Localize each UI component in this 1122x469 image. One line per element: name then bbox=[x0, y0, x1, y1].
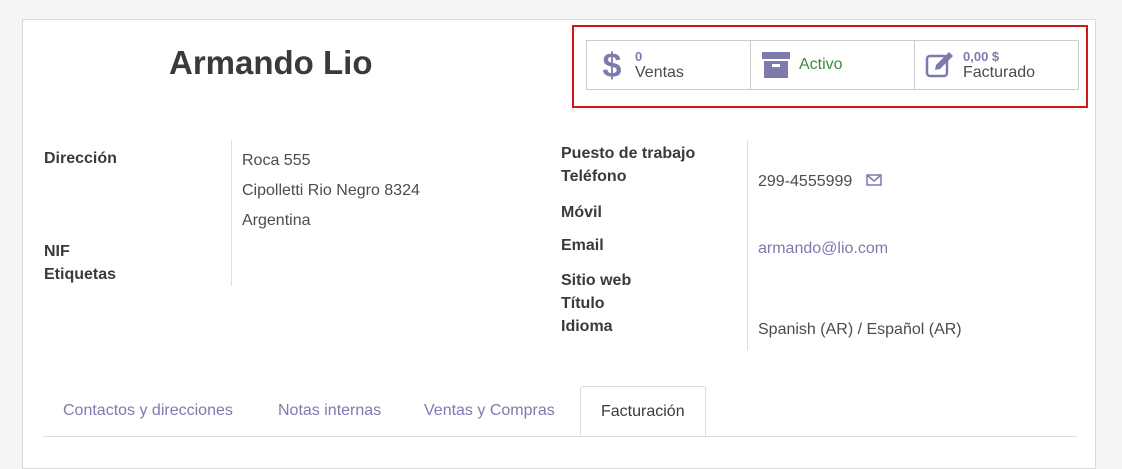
titulo-label: Título bbox=[561, 295, 605, 312]
address-line-1: Roca 555 bbox=[242, 152, 311, 169]
invoiced-smart-button[interactable]: 0,00 $ Facturado bbox=[915, 41, 1078, 89]
puesto-label: Puesto de trabajo bbox=[561, 145, 696, 162]
telefono-label: Teléfono bbox=[561, 168, 627, 185]
edit-icon bbox=[925, 50, 955, 80]
tab-contactos[interactable]: Contactos y direcciones bbox=[43, 386, 253, 436]
active-label: Activo bbox=[799, 56, 843, 73]
partner-form-sheet: Armando Lio $ 0 Ventas Activo 0,00 $ Fac… bbox=[22, 19, 1096, 469]
tab-notas-internas[interactable]: Notas internas bbox=[258, 386, 401, 436]
invoiced-label: Facturado bbox=[963, 64, 1036, 81]
dollar-icon: $ bbox=[597, 49, 627, 81]
etiquetas-label: Etiquetas bbox=[44, 266, 117, 283]
address-line-3: Argentina bbox=[242, 212, 311, 229]
smart-button-box: $ 0 Ventas Activo 0,00 $ Facturado bbox=[586, 40, 1079, 90]
svg-text:$: $ bbox=[603, 49, 622, 81]
archive-icon bbox=[761, 50, 791, 80]
idioma-value: Spanish (AR) / Español (AR) bbox=[758, 321, 962, 338]
movil-label: Móvil bbox=[561, 204, 602, 221]
nif-label: NIF bbox=[44, 243, 70, 260]
email-label: Email bbox=[561, 237, 604, 254]
sales-count: 0 bbox=[635, 49, 643, 64]
sales-smart-button[interactable]: $ 0 Ventas bbox=[587, 41, 751, 89]
direccion-label: Dirección bbox=[44, 150, 117, 167]
active-toggle-button[interactable]: Activo bbox=[751, 41, 915, 89]
sales-label: Ventas bbox=[635, 64, 684, 81]
right-divider bbox=[747, 140, 748, 350]
address-line-2: Cipolletti Rio Negro 8324 bbox=[242, 182, 420, 199]
sitio-web-label: Sitio web bbox=[561, 272, 632, 289]
envelope-icon[interactable] bbox=[866, 173, 882, 192]
left-divider bbox=[231, 140, 232, 286]
notebook-tabs: Contactos y direcciones Notas internas V… bbox=[43, 386, 1077, 437]
tab-ventas-compras[interactable]: Ventas y Compras bbox=[404, 386, 575, 436]
email-link[interactable]: armando@lio.com bbox=[758, 240, 888, 258]
tab-facturacion[interactable]: Facturación bbox=[580, 386, 706, 436]
idioma-label: Idioma bbox=[561, 318, 613, 335]
invoiced-amount: 0,00 $ bbox=[963, 49, 1000, 64]
telefono-value: 299-4555999 bbox=[758, 173, 853, 190]
partner-name: Armando Lio bbox=[169, 44, 373, 81]
